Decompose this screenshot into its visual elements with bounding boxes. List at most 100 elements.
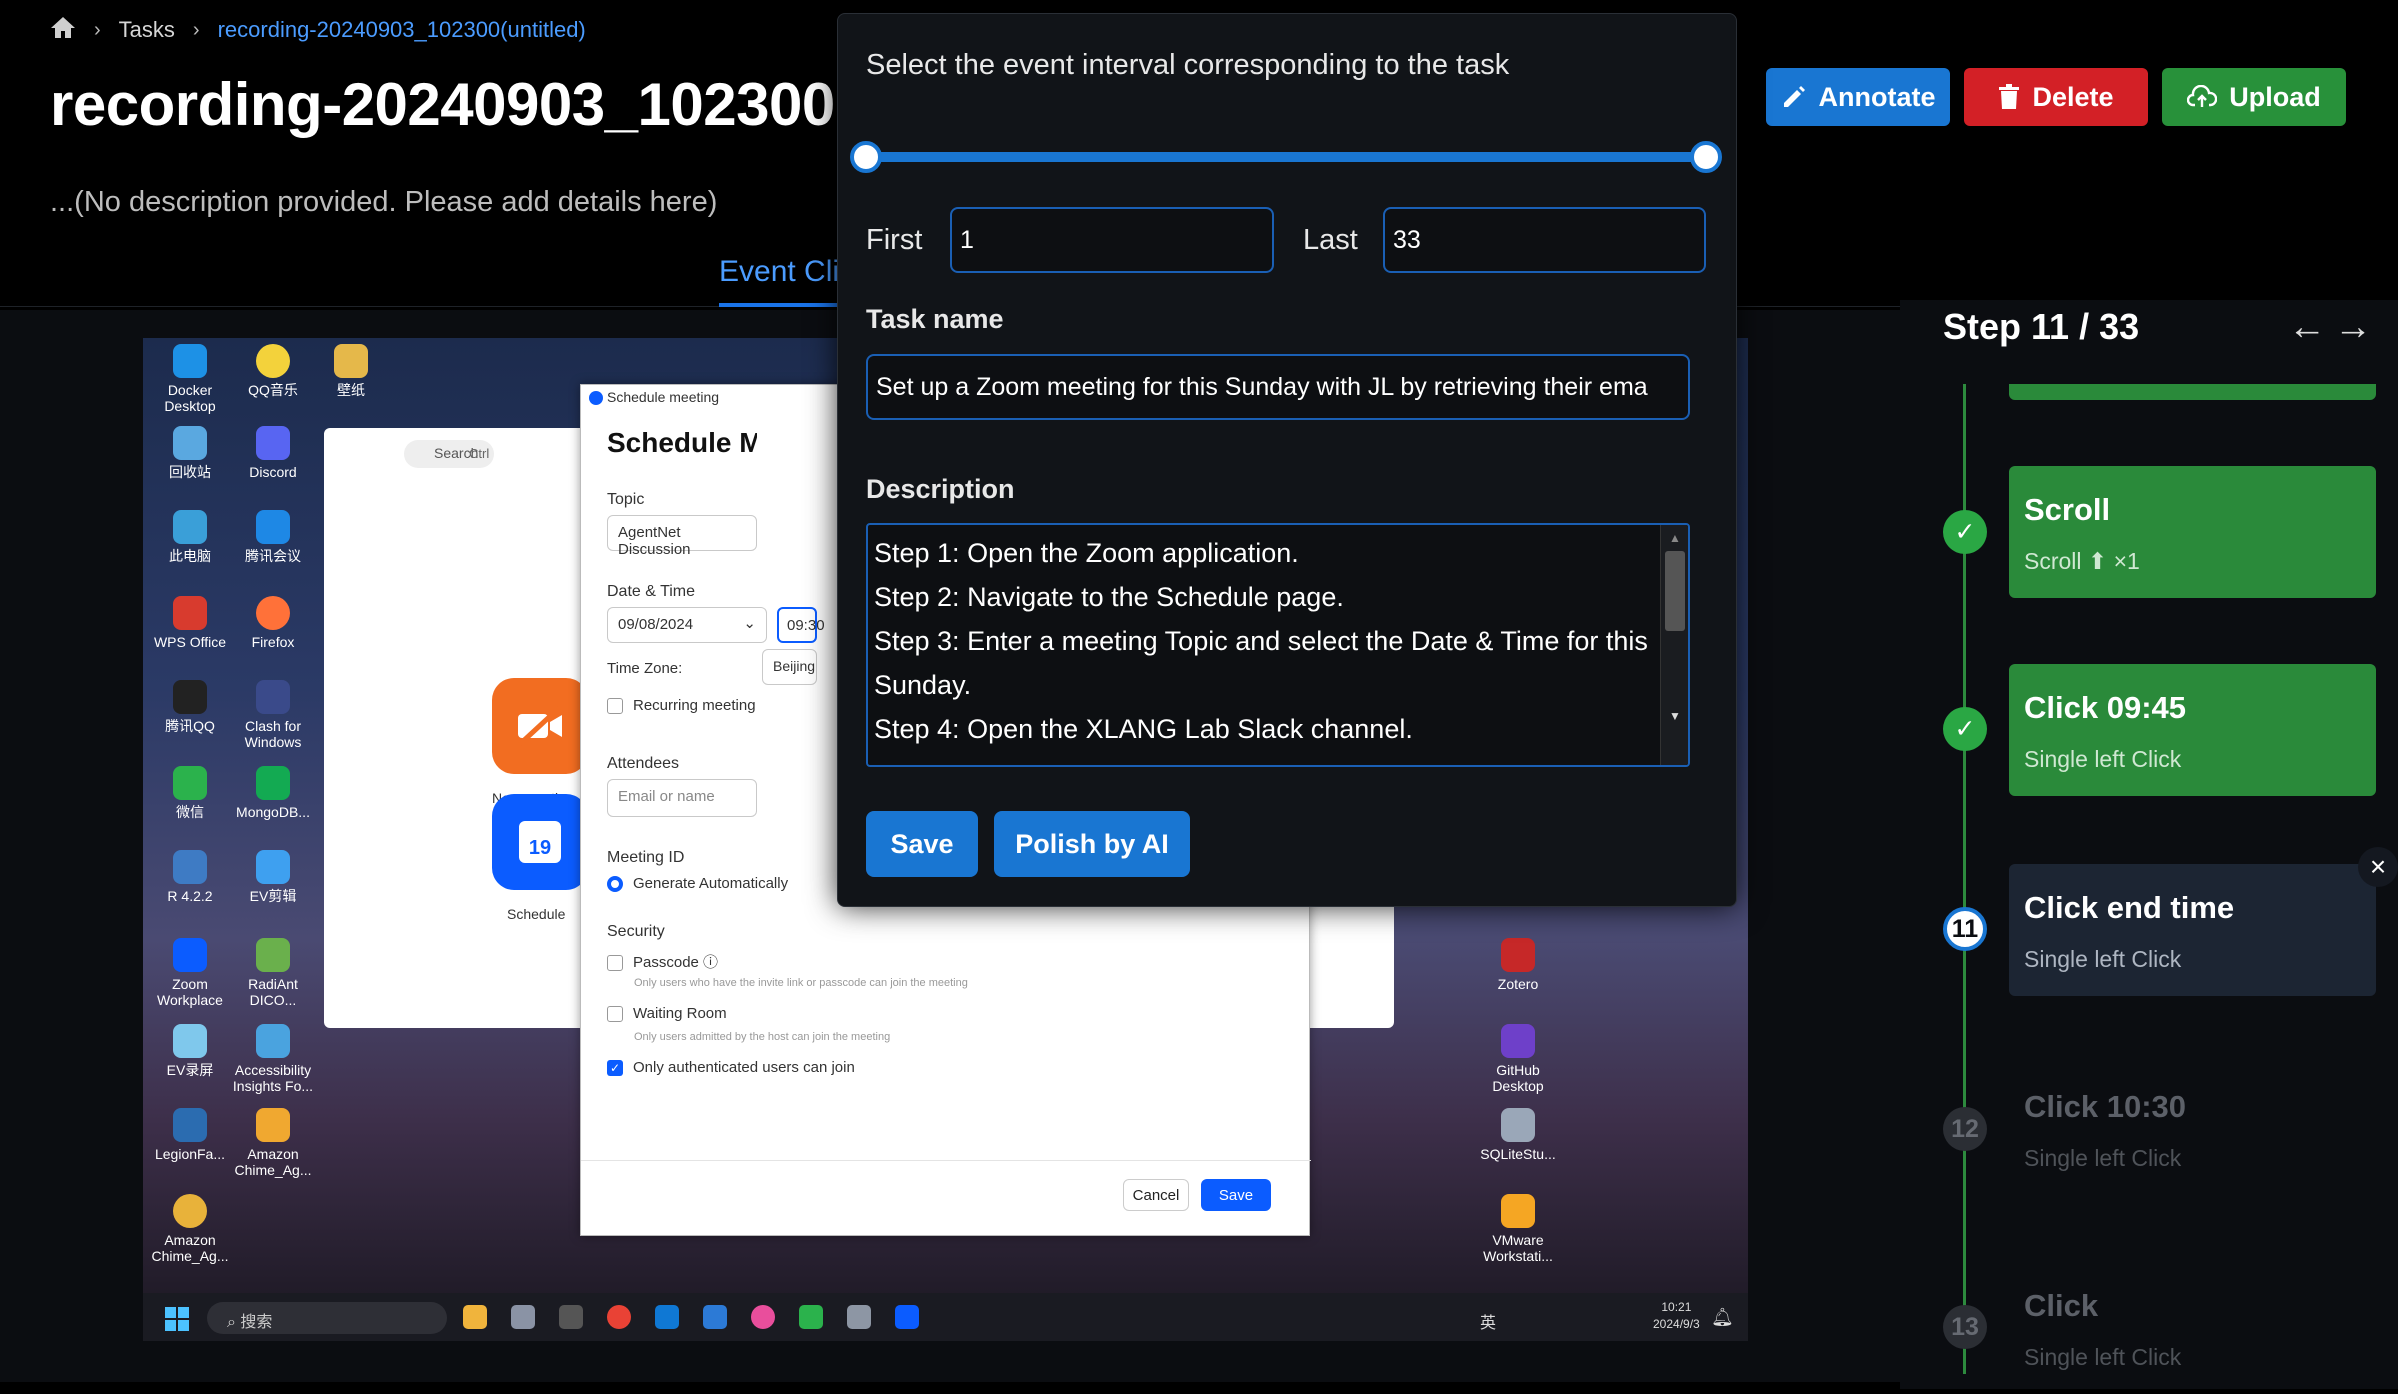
generate-auto-radio[interactable]: Generate Automatically (607, 875, 788, 893)
arrow-left-icon[interactable]: ← (2288, 306, 2326, 349)
step-card[interactable]: Click Single left Click (2009, 1262, 2376, 1394)
auth-only-checkbox[interactable]: ✓ Only authenticated users can join (607, 1059, 855, 1077)
breadcrumb-tasks[interactable]: Tasks (119, 17, 175, 43)
desktop-icon: Accessibility Insights Fo... (228, 1024, 318, 1094)
task-name-label: Task name (866, 304, 1004, 334)
arrow-right-icon[interactable]: → (2334, 306, 2372, 349)
step-number-current: 11 (1943, 907, 1987, 951)
desktop-icon: WPS Office (145, 596, 235, 650)
step-number: 12 (1943, 1107, 1987, 1151)
desktop-icon: Zotero (1473, 938, 1563, 992)
first-input[interactable]: 1 (950, 207, 1274, 273)
polish-by-ai-button[interactable]: Polish by AI (994, 811, 1190, 877)
taskbar-search[interactable]: ⌕ 搜索 (207, 1302, 447, 1334)
cloud-upload-icon (2187, 85, 2218, 107)
check-icon: ✓ (1943, 707, 1987, 751)
desktop-icon: MongoDB... (228, 766, 318, 820)
zoom-icon[interactable] (895, 1305, 919, 1329)
annotate-button[interactable]: Annotate (1766, 68, 1950, 126)
slider-handle-end[interactable] (1690, 141, 1722, 173)
bell-icon[interactable]: 🔔︎ (1711, 1307, 1734, 1328)
close-icon[interactable]: × (2358, 847, 2398, 887)
app-icon[interactable] (751, 1305, 775, 1329)
attendees-input[interactable]: Email or name (607, 779, 757, 817)
desktop-icon: RadiAnt DICO... (228, 938, 318, 1008)
zoom-save-button[interactable]: Save (1201, 1179, 1271, 1211)
home-icon[interactable] (50, 15, 76, 45)
date-select[interactable]: 09/08/2024 ⌄ (607, 607, 767, 643)
previous-step-card[interactable] (2009, 384, 2376, 400)
description-line: Step 3: Enter a meeting Topic and select… (874, 626, 1648, 656)
video-off-icon[interactable] (492, 678, 588, 774)
interval-slider-track[interactable] (866, 152, 1706, 162)
slider-handle-start[interactable] (850, 141, 882, 173)
windows-start-icon[interactable] (165, 1307, 189, 1331)
upload-button[interactable]: Upload (2162, 68, 2346, 126)
chrome-icon[interactable] (607, 1305, 631, 1329)
timezone-label: Time Zone: (607, 660, 683, 677)
topic-label: Topic (607, 491, 645, 508)
zoom-cancel-button[interactable]: Cancel (1123, 1179, 1189, 1211)
scroll-up-icon: ▲ (1669, 531, 1681, 545)
step-card[interactable]: Scroll Scroll ⬆ ×1 (2009, 466, 2376, 598)
ime-indicator[interactable]: 英 (1480, 1309, 1496, 1333)
desktop-icon: Amazon Chime_Ag... (228, 1108, 318, 1178)
step-card[interactable]: Click 09:45 Single left Click (2009, 664, 2376, 796)
step-counter: Step 11 / 33 (1943, 306, 2140, 347)
modal-title: Select the event interval corresponding … (866, 49, 1510, 81)
task-name-input[interactable]: Set up a Zoom meeting for this Sunday wi… (866, 354, 1690, 420)
timezone-select[interactable]: Beijing, Sh (762, 649, 817, 685)
meeting-id-label: Meeting ID (607, 849, 685, 866)
desktop-icon: 微信 (145, 766, 235, 820)
waiting-room-checkbox[interactable]: Waiting Room (607, 1005, 727, 1023)
tab-underline (719, 303, 839, 307)
page-description[interactable]: ...(No description provided. Please add … (50, 186, 717, 219)
save-button[interactable]: Save (866, 811, 978, 877)
step-card-current[interactable]: Click end time Single left Click (2009, 864, 2376, 996)
breadcrumb-current[interactable]: recording-20240903_102300(untitled) (218, 17, 586, 43)
breadcrumb: › Tasks › recording-20240903_102300(unti… (50, 14, 586, 46)
step-number: 13 (1943, 1305, 1987, 1349)
schedule-label: Schedule (507, 906, 566, 922)
recurring-checkbox[interactable]: Recurring meeting (607, 697, 756, 715)
settings-icon[interactable] (511, 1305, 535, 1329)
app-icon[interactable] (847, 1305, 871, 1329)
last-input[interactable]: 33 (1383, 207, 1706, 273)
desktop-icon: 腾讯QQ (145, 680, 235, 734)
description-textarea[interactable]: Step 1: Open the Zoom application. Step … (866, 523, 1690, 767)
step-card[interactable]: Click 10:30 Single left Click (2009, 1063, 2376, 1195)
clock[interactable]: 10:21 2024/9/3 (1653, 1299, 1700, 1333)
schedule-heading: Schedule Meeting (607, 427, 757, 458)
passcode-note: Only users who have the invite link or p… (634, 977, 968, 989)
description-line: Sunday. (874, 670, 972, 700)
first-label: First (866, 224, 923, 256)
attendees-label: Attendees (607, 755, 680, 772)
desktop-icon: Clash for Windows (228, 680, 318, 750)
delete-button[interactable]: Delete (1964, 68, 2148, 126)
page-title: recording-20240903_102300(untitled) (50, 71, 840, 138)
desktop-icon: Discord (228, 426, 318, 480)
search-shortcut: Ctrl (469, 446, 490, 461)
desktop-icon: 腾讯会议 (228, 510, 318, 564)
chevron-down-icon: ⌄ (743, 615, 756, 632)
textarea-scrollbar[interactable]: ▲ ▼ (1660, 525, 1688, 765)
taskbar: ⌕ 搜索 英 10:21 2024/9/3 🔔︎ (143, 1293, 1748, 1341)
desktop-icon: Docker Desktop (145, 344, 235, 414)
scrollbar-thumb[interactable] (1665, 551, 1685, 631)
desktop-icon: SQLiteStu... (1473, 1108, 1563, 1162)
app-icon[interactable] (559, 1305, 583, 1329)
tab-event-clip[interactable]: Event Clip (719, 255, 856, 289)
trash-icon (1999, 84, 2020, 109)
desktop-icon: Amazon Chime_Ag... (145, 1194, 235, 1264)
step-panel (1900, 300, 2398, 1389)
file-explorer-icon[interactable] (463, 1305, 487, 1329)
calendar-icon[interactable]: 19 (492, 794, 588, 890)
wechat-icon[interactable] (799, 1305, 823, 1329)
outlook-icon[interactable] (655, 1305, 679, 1329)
topic-input[interactable]: AgentNet Discussion (607, 515, 757, 558)
chevron-right-icon: › (94, 18, 101, 41)
vscode-icon[interactable] (703, 1305, 727, 1329)
desktop-icon: Zoom Workplace (145, 938, 235, 1008)
passcode-checkbox[interactable]: Passcode ⓘ (607, 951, 718, 972)
start-time-select[interactable]: 09:30 (777, 607, 825, 643)
